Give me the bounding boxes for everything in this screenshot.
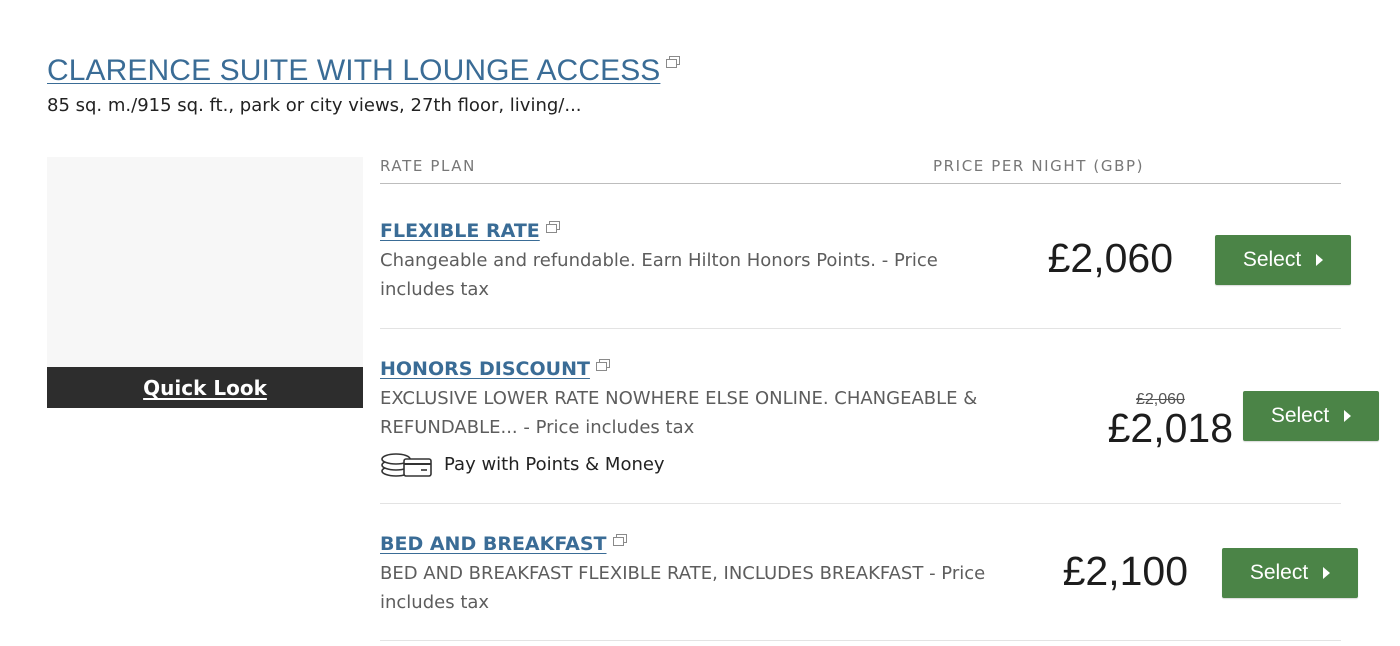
caret-right-icon [1316,254,1324,266]
room-image[interactable] [47,157,363,367]
quick-look-label: Quick Look [143,375,267,400]
rate-description: BED AND BREAKFAST FLEXIBLE RATE, INCLUDE… [380,563,986,613]
rate-price: £2,018 [1107,405,1233,451]
new-window-icon[interactable] [545,221,560,233]
select-button[interactable]: Select [1222,548,1358,598]
rate-description: Changeable and refundable. Earn Hilton H… [380,250,938,300]
caret-right-icon [1323,567,1331,579]
row-divider [380,328,1341,329]
new-window-icon[interactable] [612,534,627,546]
select-label: Select [1242,248,1302,271]
rate-name-link[interactable]: HONORS DISCOUNT [380,358,590,380]
price-per-night-header: PRICE PER NIGHT (GBP) [933,157,1145,175]
row-divider [380,640,1341,641]
rate-plan-header: RATE PLAN [380,157,476,175]
select-label: Select [1249,561,1309,584]
rate-price: £2,060 [1047,235,1173,281]
select-button[interactable]: Select [1243,391,1379,441]
quick-look-button[interactable]: Quick Look [47,367,363,408]
coins-and-card-icon [381,453,432,477]
new-window-icon[interactable] [666,56,681,68]
points-money-label: Pay with Points & Money [444,453,665,475]
select-button[interactable]: Select [1215,235,1351,285]
room-description: 85 sq. m./915 sq. ft., park or city view… [47,95,582,116]
caret-right-icon [1344,410,1352,422]
rate-row-bed-and-breakfast: BED AND BREAKFAST [380,533,627,555]
rate-name-link[interactable]: BED AND BREAKFAST [380,533,607,555]
rate-price: £2,100 [1062,548,1188,594]
rate-description: EXCLUSIVE LOWER RATE NOWHERE ELSE ONLINE… [380,388,978,438]
rate-name-link[interactable]: FLEXIBLE RATE [380,220,540,242]
new-window-icon[interactable] [595,359,610,371]
header-divider [380,183,1341,184]
room-title-link[interactable]: CLARENCE SUITE WITH LOUNGE ACCESS [47,54,660,87]
rate-row-honors-discount: HONORS DISCOUNT [380,358,610,380]
select-label: Select [1270,404,1330,427]
points-money-option[interactable]: Pay with Points & Money [380,450,665,478]
room-title-row: CLARENCE SUITE WITH LOUNGE ACCESS [47,54,681,88]
row-divider [380,503,1341,504]
rate-row-flexible: FLEXIBLE RATE [380,220,560,242]
